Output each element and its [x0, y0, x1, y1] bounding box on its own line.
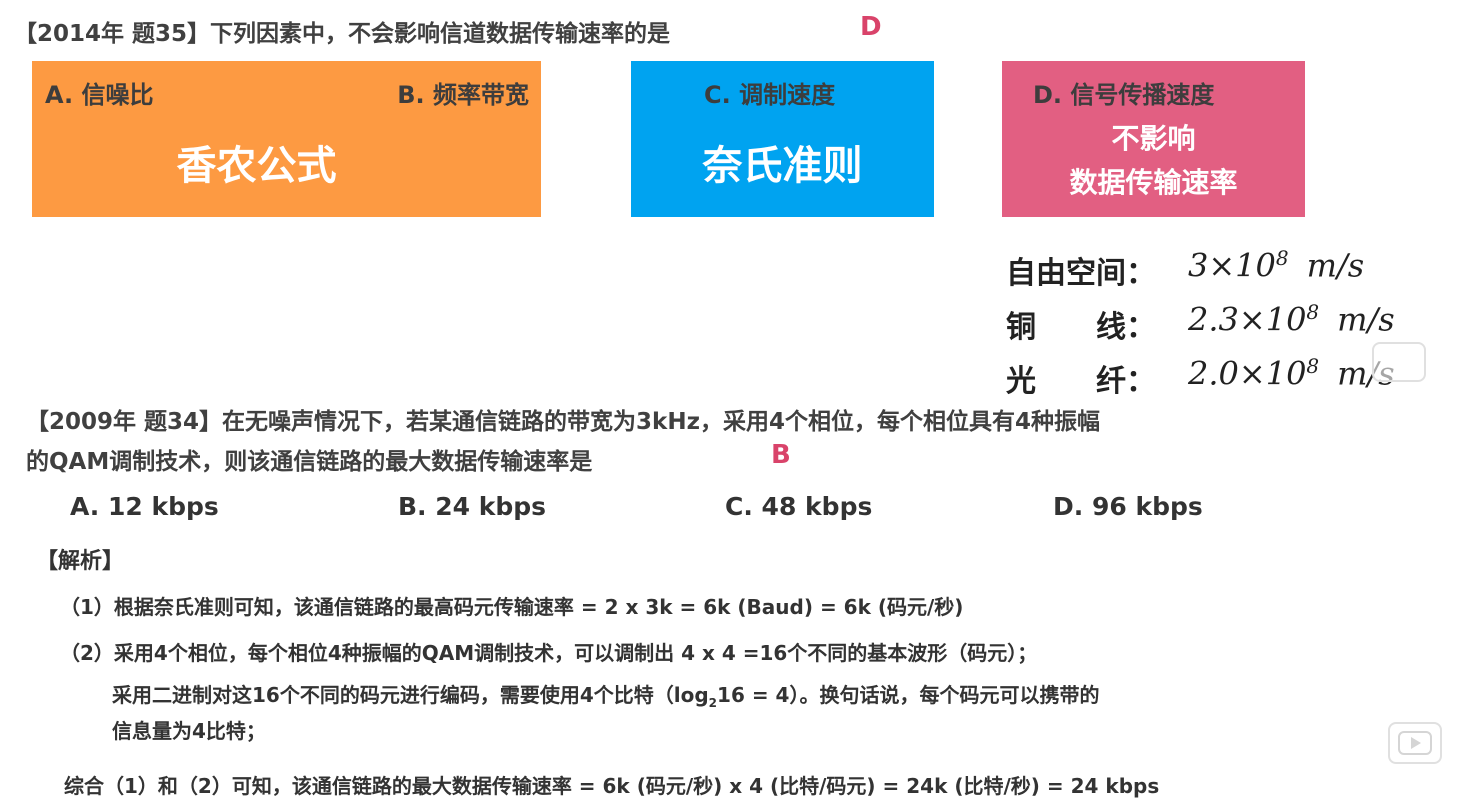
speed-copper-unit: m/s — [1337, 300, 1395, 339]
box-propagation: D. 信号传播速度 不影响 数据传输速率 — [1002, 61, 1305, 217]
analysis-step-1: （1）根据奈氏准则可知，该通信链路的最高码元传输速率 = 2 x 3k = 6k… — [60, 595, 964, 619]
option-b-label: B. 频率带宽 — [397, 81, 529, 109]
analysis-step-2-line3: 信息量为4比特； — [112, 719, 266, 743]
play-triangle-icon — [1398, 731, 1432, 755]
speed-free-space-value: 3×108 m/s — [1188, 246, 1364, 285]
option-a: A. 12 kbps — [70, 492, 219, 521]
option-c-label: C. 调制速度 — [704, 81, 836, 109]
analysis-step-2-line2a: 采用二进制对这16个不同的码元进行编码，需要使用4个比特（log — [112, 683, 709, 707]
question-2-answer: B — [771, 440, 791, 470]
option-a-label: A. 信噪比 — [45, 81, 154, 109]
no-effect-line2: 数据传输速率 — [1069, 166, 1238, 199]
speed-copper-exp: 8 — [1306, 300, 1320, 324]
shannon-formula-label: 香农公式 — [176, 143, 337, 189]
question-1-title: 【2014年 题35】下列因素中，不会影响信道数据传输速率的是 — [14, 14, 670, 48]
question-1-text: 【2014年 题35】下列因素中，不会影响信道数据传输速率的是 — [14, 21, 671, 47]
speed-fiber-value: 2.0×108 m/s — [1188, 354, 1395, 393]
speed-copper-name: 铜 线： — [1006, 310, 1156, 345]
option-d: D. 96 kbps — [1053, 492, 1203, 521]
analysis-step-2-line2: 采用二进制对这16个不同的码元进行编码，需要使用4个比特（log216 = 4）… — [112, 679, 1099, 710]
speed-free-space-coef: 3×10 — [1188, 246, 1276, 285]
box-shannon: A. 信噪比 B. 频率带宽 香农公式 — [32, 61, 541, 217]
analysis-conclusion: 综合（1）和（2）可知，该通信链路的最大数据传输速率 = 6k (码元/秒) x… — [64, 774, 1160, 798]
speed-fiber-exp: 8 — [1306, 354, 1320, 378]
no-effect-line1: 不影响 — [1111, 122, 1196, 155]
question-2-text-line2: 的QAM调制技术，则该通信链路的最大数据传输速率是 — [26, 449, 593, 475]
speed-free-space-name: 自由空间： — [1006, 256, 1156, 291]
speed-copper-coef: 2.3×10 — [1188, 300, 1307, 339]
speed-fiber-name: 光 纤： — [1006, 364, 1156, 399]
option-d-label: D. 信号传播速度 — [1033, 81, 1215, 109]
option-c: C. 48 kbps — [725, 492, 873, 521]
option-b: B. 24 kbps — [398, 492, 547, 521]
analysis-label: 【解析】 — [36, 549, 125, 574]
speed-copper-value: 2.3×108 m/s — [1188, 300, 1395, 339]
question-2-title-line1: 【2009年 题34】在无噪声情况下，若某通信链路的带宽为3kHz，采用4个相位… — [26, 409, 1100, 435]
analysis-step-2-line1: （2）采用4个相位，每个相位4种振幅的QAM调制技术，可以调制出 4 x 4 =… — [60, 641, 1038, 665]
watermark-logo-icon — [1372, 342, 1426, 382]
speed-fiber-coef: 2.0×10 — [1188, 354, 1307, 393]
speed-free-space-unit: m/s — [1306, 246, 1365, 285]
question-1-answer: D — [860, 12, 882, 42]
nyquist-criterion-label: 奈氏准则 — [702, 143, 863, 189]
box-nyquist: C. 调制速度 奈氏准则 — [631, 61, 934, 217]
speed-free-space-exp: 8 — [1275, 246, 1289, 270]
question-2-title-line2: 的QAM调制技术，则该通信链路的最大数据传输速率是 — [26, 442, 592, 476]
analysis-step-2-line2b: 16 = 4）。换句话说，每个码元可以携带的 — [717, 683, 1100, 707]
log-subscript: 2 — [708, 696, 718, 710]
play-button-icon[interactable] — [1388, 722, 1442, 764]
